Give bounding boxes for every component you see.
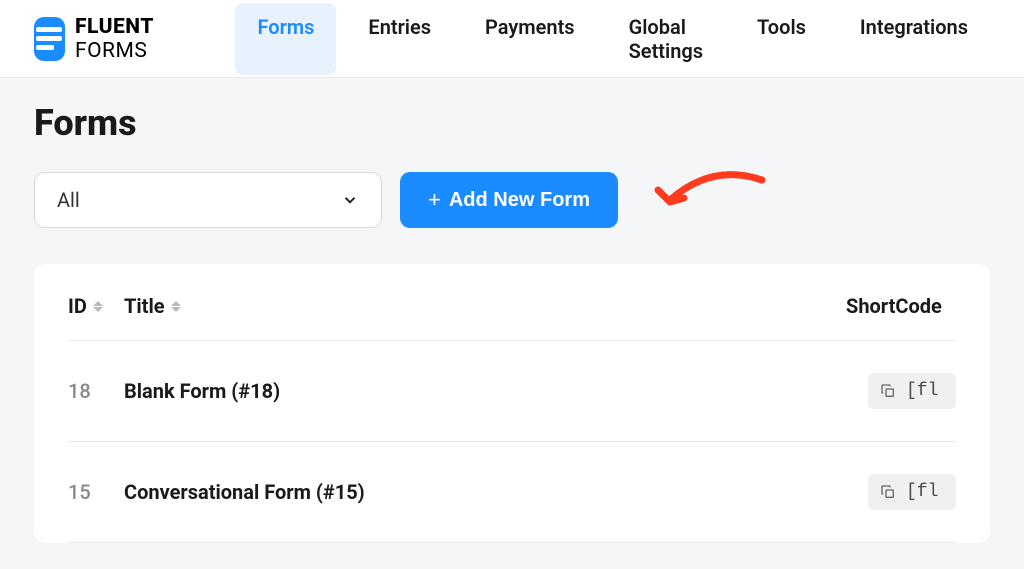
page-title: Forms bbox=[34, 102, 990, 144]
plus-icon: + bbox=[428, 189, 441, 211]
topbar: FLUENT FORMS Forms Entries Payments Glob… bbox=[0, 0, 1024, 78]
row-title: Conversational Form (#15) bbox=[124, 480, 868, 504]
brand-name: FLUENT FORMS bbox=[75, 15, 185, 63]
filter-dropdown[interactable]: All bbox=[34, 172, 382, 228]
shortcode-badge[interactable]: [fl bbox=[868, 474, 956, 510]
row-id: 15 bbox=[68, 480, 124, 504]
add-new-form-button[interactable]: + Add New Form bbox=[400, 172, 618, 228]
sort-icon bbox=[93, 301, 103, 312]
sort-icon bbox=[171, 301, 181, 312]
table-header: ID Title ShortCode bbox=[68, 284, 956, 341]
copy-icon bbox=[880, 383, 896, 399]
nav-forms[interactable]: Forms bbox=[235, 3, 336, 75]
column-id[interactable]: ID bbox=[68, 294, 124, 318]
content-area: Forms All + Add New Form ID Title bbox=[0, 78, 1024, 567]
annotation-arrow-icon bbox=[652, 168, 772, 228]
nav-integrations[interactable]: Integrations bbox=[838, 3, 990, 75]
nav-tools[interactable]: Tools bbox=[735, 3, 828, 75]
nav-global-settings[interactable]: Global Settings bbox=[607, 3, 725, 75]
column-shortcode[interactable]: ShortCode bbox=[846, 294, 956, 318]
table-row[interactable]: 15 Conversational Form (#15) [fl bbox=[68, 442, 956, 543]
column-title[interactable]: Title bbox=[124, 294, 846, 318]
nav-payments[interactable]: Payments bbox=[463, 3, 597, 75]
brand-logo[interactable]: FLUENT FORMS bbox=[34, 15, 185, 63]
copy-icon bbox=[880, 484, 896, 500]
filter-selected-label: All bbox=[57, 188, 80, 212]
row-title: Blank Form (#18) bbox=[124, 379, 868, 403]
chevron-down-icon bbox=[341, 191, 359, 209]
forms-table: ID Title ShortCode 18 Blank Form (#18) bbox=[34, 264, 990, 543]
logo-icon bbox=[34, 17, 65, 61]
controls-row: All + Add New Form bbox=[34, 172, 990, 228]
row-id: 18 bbox=[68, 379, 124, 403]
nav-entries[interactable]: Entries bbox=[346, 3, 453, 75]
table-row[interactable]: 18 Blank Form (#18) [fl bbox=[68, 341, 956, 442]
add-new-form-label: Add New Form bbox=[449, 189, 590, 212]
main-nav: Forms Entries Payments Global Settings T… bbox=[235, 3, 990, 75]
shortcode-badge[interactable]: [fl bbox=[868, 373, 956, 409]
